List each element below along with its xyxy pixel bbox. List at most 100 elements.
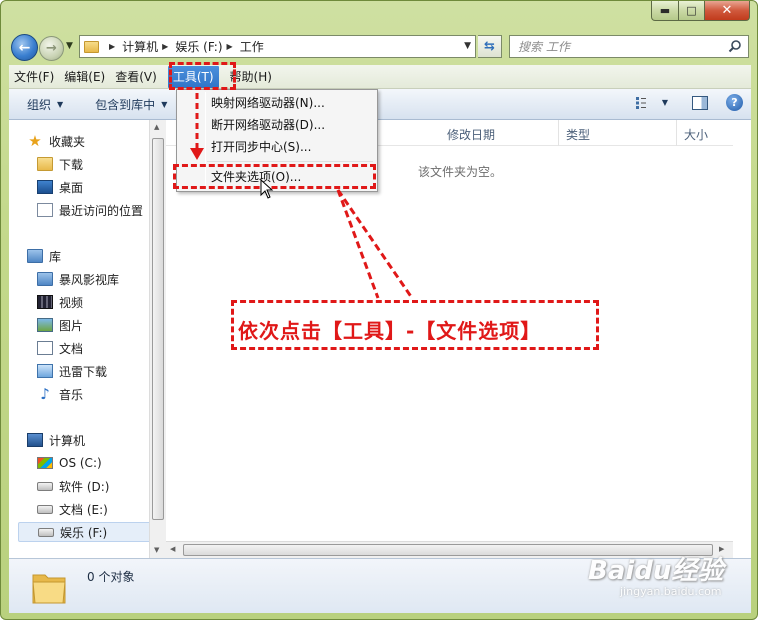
hard-drive-icon [37, 481, 53, 491]
column-header-date[interactable]: 修改日期 [447, 126, 495, 143]
arrow-left-icon: ← [18, 39, 31, 56]
watermark-brand: Baidu经验 [588, 556, 724, 586]
navigation-scrollbar[interactable]: ▲ ▼ [149, 120, 166, 558]
tree-label: 文档 (E:) [59, 502, 108, 517]
folder-icon [84, 40, 99, 53]
chevron-down-icon: ▼ [161, 99, 168, 109]
hard-drive-icon [37, 504, 53, 514]
highlight-tools-menu [169, 62, 236, 90]
address-bar[interactable]: ▶ 计算机 ▶ 娱乐 (F:) ▶ 工作 ▼ [79, 35, 476, 58]
empty-folder-message: 该文件夹为空。 [418, 165, 503, 179]
tree-recent[interactable]: 最近访问的位置 [37, 200, 143, 220]
breadcrumb-drive-f[interactable]: 娱乐 (F:) [175, 38, 222, 55]
preview-pane-icon[interactable] [692, 95, 708, 110]
search-icon[interactable] [728, 39, 742, 53]
library-icon [27, 249, 43, 263]
film-icon [37, 295, 53, 309]
picture-icon [37, 318, 53, 332]
computer-icon [27, 433, 43, 447]
scroll-left-icon[interactable]: ◀ [170, 545, 175, 553]
video-library-icon [37, 272, 53, 286]
organize-button[interactable]: 组织 ▼ [9, 96, 73, 113]
navigation-pane: ★ 收藏夹 下载 桌面 最近访问的位置 库 暴风影视库 视频 图片 文档 迅雷下载… [9, 120, 156, 558]
toolbar-right: ▼ ? [635, 94, 743, 111]
breadcrumb-separator-icon[interactable]: ▶ [162, 42, 168, 51]
tree-music[interactable]: ♪ 音乐 [37, 384, 83, 404]
tree-pictures[interactable]: 图片 [37, 315, 83, 335]
menu-open-sync-center[interactable]: 打开同步中心(S)... [211, 137, 311, 157]
menu-bar: 文件(F) 编辑(E) 查看(V) 工具(T) 帮助(H) [9, 65, 751, 89]
tree-label: 下载 [59, 157, 84, 172]
refresh-button[interactable]: ⇆ [478, 35, 502, 58]
tree-videos[interactable]: 视频 [37, 292, 83, 312]
document-icon [37, 341, 53, 355]
tree-label: OS (C:) [59, 456, 102, 470]
include-in-library-button[interactable]: 包含到库中 ▼ [85, 96, 177, 113]
instruction-text: 依次点击【工具】-【文件选项】 [238, 319, 542, 343]
menu-map-network-drive[interactable]: 映射网络驱动器(N)... [211, 93, 325, 113]
highlight-folder-options [173, 164, 376, 189]
menu-edit[interactable]: 编辑(E) [59, 66, 110, 88]
tree-drive-c[interactable]: OS (C:) [37, 453, 102, 473]
tree-computer[interactable]: 计算机 [27, 430, 85, 450]
tree-libraries[interactable]: 库 [27, 246, 61, 266]
recent-pages-dropdown[interactable]: ▼ [66, 41, 73, 51]
tree-drive-e[interactable]: 文档 (E:) [37, 499, 108, 519]
tree-label: 迅雷下载 [59, 364, 108, 379]
maximize-button[interactable]: □ [679, 1, 705, 21]
column-header-type[interactable]: 类型 [566, 126, 590, 143]
tree-label: 视频 [59, 295, 84, 310]
file-pane-edge [733, 120, 751, 558]
tree-drive-d[interactable]: 软件 (D:) [37, 476, 109, 496]
column-divider[interactable] [676, 120, 677, 146]
tree-label: 暴风影视库 [59, 272, 120, 287]
view-options-icon[interactable] [635, 96, 652, 109]
address-history-dropdown[interactable]: ▼ [464, 41, 471, 51]
tree-thunder[interactable]: 迅雷下载 [37, 361, 107, 381]
tree-label: 音乐 [59, 387, 84, 402]
menu-separator [207, 161, 373, 162]
menu-file[interactable]: 文件(F) [9, 66, 59, 88]
breadcrumb-separator-icon[interactable]: ▶ [227, 42, 233, 51]
tree-favorites[interactable]: ★ 收藏夹 [27, 131, 85, 151]
menu-disconnect-network-drive[interactable]: 断开网络驱动器(D)... [211, 115, 325, 135]
mouse-cursor-icon [260, 179, 274, 199]
breadcrumb-computer[interactable]: 计算机 [122, 38, 158, 55]
scrollbar-thumb[interactable] [152, 138, 164, 520]
tree-storm[interactable]: 暴风影视库 [37, 269, 119, 289]
tree-documents[interactable]: 文档 [37, 338, 83, 358]
back-button[interactable]: ← [11, 34, 38, 61]
scroll-up-icon[interactable]: ▲ [154, 123, 159, 131]
scroll-down-icon[interactable]: ▼ [154, 546, 159, 554]
forward-button[interactable]: → [39, 36, 64, 61]
search-input[interactable] [518, 39, 718, 54]
chevron-down-icon: ▼ [57, 99, 64, 109]
close-button[interactable]: ✕ [705, 1, 750, 21]
downloads-folder-icon [37, 157, 53, 171]
tree-label: 收藏夹 [49, 134, 86, 149]
hard-drive-icon [38, 527, 54, 537]
tree-downloads[interactable]: 下载 [37, 154, 83, 174]
tree-label: 文档 [59, 341, 84, 356]
tree-label: 桌面 [59, 180, 84, 195]
tree-label: 最近访问的位置 [59, 203, 144, 218]
column-header-size[interactable]: 大小 [684, 126, 708, 143]
refresh-icon: ⇆ [484, 39, 495, 54]
column-divider[interactable] [558, 120, 559, 146]
tree-drive-f[interactable]: 娱乐 (F:) [18, 522, 156, 542]
help-icon[interactable]: ? [726, 94, 743, 111]
breadcrumb-work[interactable]: 工作 [240, 38, 264, 55]
tree-label: 图片 [59, 318, 84, 333]
desktop-icon [37, 180, 53, 194]
tree-label: 库 [49, 249, 62, 264]
tree-desktop[interactable]: 桌面 [37, 177, 83, 197]
tree-label: 计算机 [49, 433, 86, 448]
minimize-button[interactable]: ▬ [651, 1, 679, 21]
caption-buttons: ▬ □ ✕ [651, 1, 750, 21]
organize-label: 组织 [27, 97, 52, 112]
menu-view[interactable]: 查看(V) [110, 66, 162, 88]
recent-places-icon [37, 203, 53, 217]
view-dropdown-icon[interactable]: ▼ [662, 98, 668, 107]
breadcrumb-separator-icon[interactable]: ▶ [109, 42, 115, 51]
music-note-icon: ♪ [40, 385, 50, 403]
